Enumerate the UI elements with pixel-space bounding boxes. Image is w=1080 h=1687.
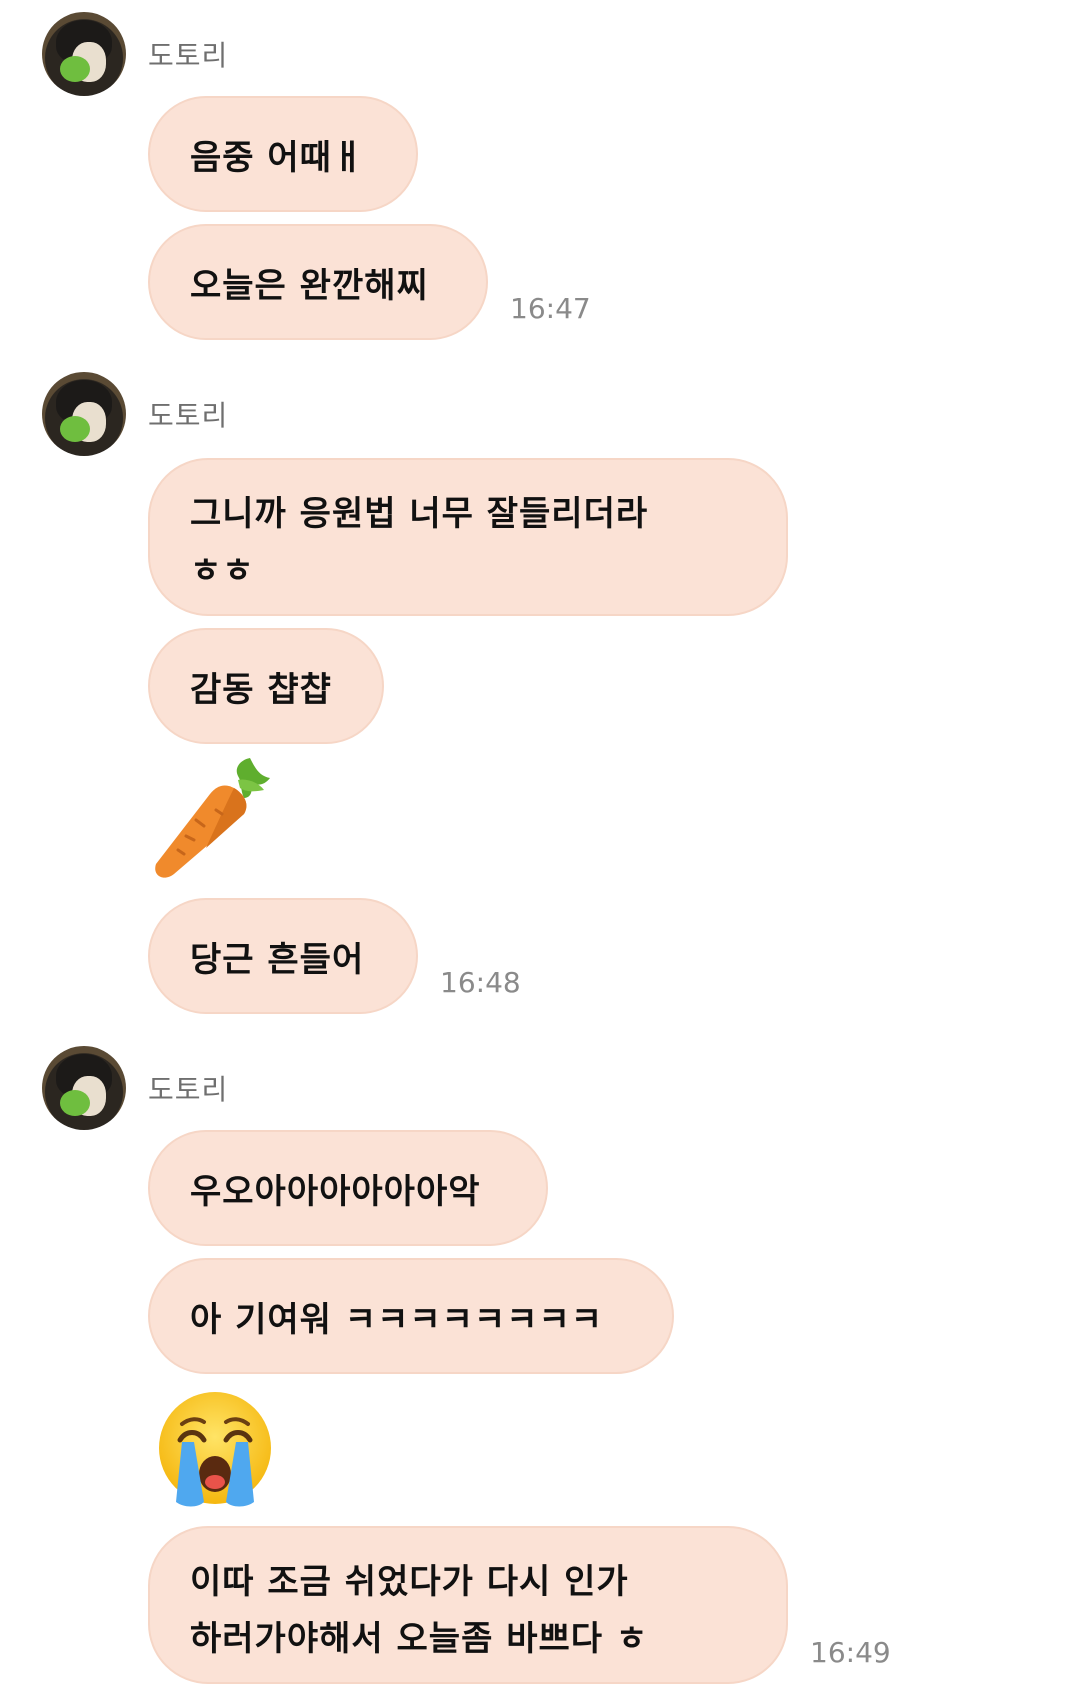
message-bubble[interactable]: 이따 조금 쉬었다가 다시 인가 하러가야해서 오늘좀 바쁘다 ㅎ [148,1526,788,1684]
message-bubble[interactable]: 아 기여워 ㅋㅋㅋㅋㅋㅋㅋㅋ [148,1258,674,1374]
message-text: 음중 어때ㅐ [190,137,365,178]
message-text: 그니까 응원법 너무 잘들리더라 ㅎㅎ [190,494,649,591]
message-text: 이따 조금 쉬었다가 다시 인가 하러가야해서 오늘좀 바쁘다 ㅎ [190,1562,649,1659]
message-bubble[interactable]: 감동 챱챱 [148,628,384,744]
message-bubble[interactable]: 그니까 응원법 너무 잘들리더라 ㅎㅎ [148,458,788,616]
message-bubble[interactable]: 당근 흔들어 [148,898,418,1014]
loudly-crying-face-emoji[interactable] [154,1390,276,1512]
avatar-vegetable [60,416,90,442]
message-timestamp: 16:49 [810,1636,891,1669]
message-bubble[interactable]: 음중 어때ㅐ [148,96,418,212]
sender-name[interactable]: 도토리 [148,1068,228,1108]
avatar-vegetable [60,1090,90,1116]
sender-name[interactable]: 도토리 [148,394,228,434]
message-bubble[interactable]: 우오아아아아아아악 [148,1130,548,1246]
sender-name[interactable]: 도토리 [148,34,228,74]
message-text: 우오아아아아아아악 [190,1171,481,1212]
message-text: 당근 흔들어 [190,939,365,980]
carrot-emoji[interactable] [146,752,276,882]
message-text: 오늘은 완깐해찌 [190,265,429,306]
sender-avatar[interactable] [42,12,126,96]
message-text: 감동 챱챱 [190,669,332,710]
avatar-vegetable [60,56,90,82]
sender-avatar[interactable] [42,372,126,456]
sender-avatar[interactable] [42,1046,126,1130]
message-timestamp: 16:48 [440,966,521,999]
message-timestamp: 16:47 [510,292,591,325]
message-bubble[interactable]: 오늘은 완깐해찌 [148,224,488,340]
message-text: 아 기여워 ㅋㅋㅋㅋㅋㅋㅋㅋ [190,1299,604,1340]
